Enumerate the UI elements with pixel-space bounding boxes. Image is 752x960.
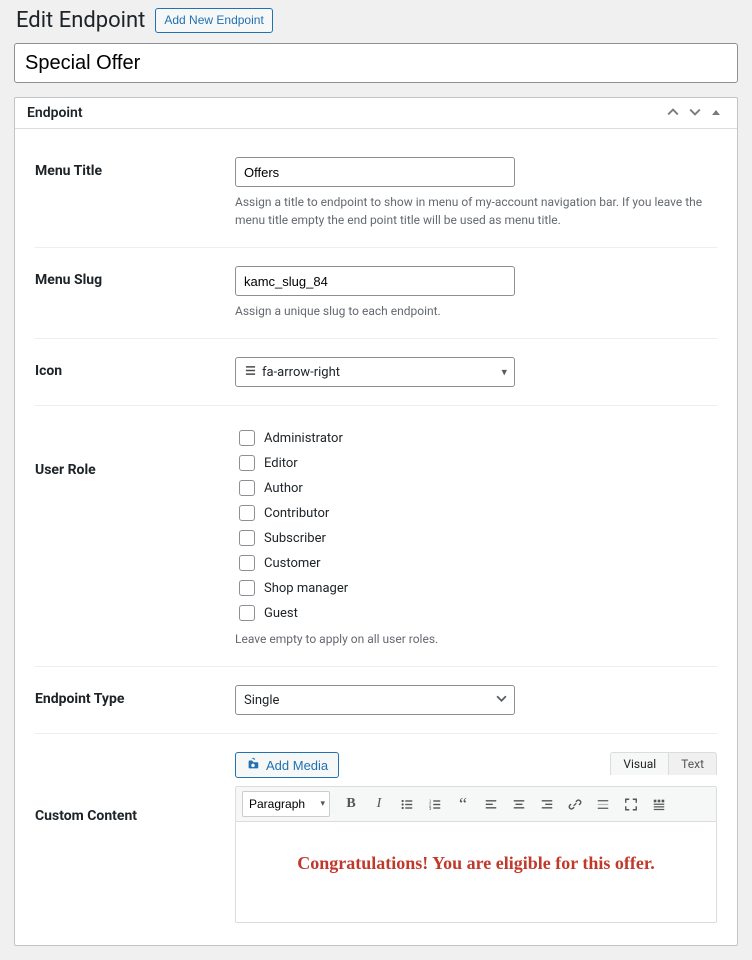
role-checkbox-subscriber[interactable] <box>239 530 255 546</box>
move-up-button[interactable] <box>663 104 683 122</box>
fullscreen-icon <box>624 797 638 812</box>
quote-icon: “ <box>459 795 467 813</box>
menu-slug-label: Menu Slug <box>35 266 223 288</box>
list-ol-icon: 123 <box>428 797 442 812</box>
align-left-button[interactable] <box>478 791 504 817</box>
user-role-list: Administrator Editor Author Contributor … <box>235 427 717 624</box>
read-more-icon <box>596 797 610 812</box>
role-label: Guest <box>264 606 298 621</box>
kitchen-sink-icon <box>652 797 666 812</box>
triangle-up-icon <box>711 108 721 118</box>
icon-select[interactable]: fa-arrow-right <box>235 357 515 387</box>
bold-button[interactable]: B <box>338 791 364 817</box>
role-checkbox-author[interactable] <box>239 480 255 496</box>
chevron-down-icon <box>689 106 701 118</box>
user-role-help: Leave empty to apply on all user roles. <box>235 630 717 648</box>
toggle-panel-button[interactable] <box>707 105 725 122</box>
add-media-button[interactable]: Add Media <box>235 752 339 778</box>
insert-more-button[interactable] <box>590 791 616 817</box>
role-checkbox-shop-manager[interactable] <box>239 580 255 596</box>
italic-button[interactable]: I <box>366 791 392 817</box>
add-media-label: Add Media <box>266 758 328 773</box>
icon-label: Icon <box>35 357 223 379</box>
role-label: Editor <box>264 456 298 471</box>
numbered-list-button[interactable]: 123 <box>422 791 448 817</box>
toolbar-toggle-button[interactable] <box>646 791 672 817</box>
align-right-icon <box>540 797 554 812</box>
post-title-input[interactable] <box>14 43 738 83</box>
bold-icon: B <box>346 796 355 812</box>
page-title: Edit Endpoint <box>16 8 145 33</box>
bars-icon <box>244 365 256 379</box>
italic-icon: I <box>377 796 382 812</box>
format-select[interactable]: Paragraph <box>242 791 330 817</box>
role-label: Administrator <box>264 431 343 446</box>
media-icon <box>246 757 260 773</box>
fullscreen-button[interactable] <box>618 791 644 817</box>
menu-slug-input[interactable] <box>235 266 515 296</box>
editor-text: Congratulations! You are eligible for th… <box>252 850 700 878</box>
role-checkbox-contributor[interactable] <box>239 505 255 521</box>
user-role-label: User Role <box>35 424 223 478</box>
align-center-icon <box>512 797 526 812</box>
role-label: Customer <box>264 556 321 571</box>
role-checkbox-customer[interactable] <box>239 555 255 571</box>
custom-content-label: Custom Content <box>35 752 223 824</box>
role-label: Shop manager <box>264 581 348 596</box>
insert-link-button[interactable] <box>562 791 588 817</box>
endpoint-type-select[interactable]: Single <box>235 685 515 715</box>
menu-title-input[interactable] <box>235 157 515 187</box>
align-right-button[interactable] <box>534 791 560 817</box>
tab-text[interactable]: Text <box>668 752 717 775</box>
role-checkbox-editor[interactable] <box>239 455 255 471</box>
endpoint-metabox: Endpoint Menu Title Assign a title t <box>14 97 738 946</box>
editor-content-area[interactable]: Congratulations! You are eligible for th… <box>236 822 716 922</box>
align-center-button[interactable] <box>506 791 532 817</box>
link-icon <box>568 797 582 812</box>
role-checkbox-guest[interactable] <box>239 605 255 621</box>
move-down-button[interactable] <box>685 104 705 122</box>
role-label: Subscriber <box>264 531 326 546</box>
svg-text:3: 3 <box>429 806 432 811</box>
chevron-up-icon <box>667 106 679 118</box>
icon-select-value: fa-arrow-right <box>262 365 340 380</box>
endpoint-type-value: Single <box>244 693 279 708</box>
endpoint-type-label: Endpoint Type <box>35 685 223 707</box>
align-left-icon <box>484 797 498 812</box>
bulleted-list-button[interactable] <box>394 791 420 817</box>
menu-title-label: Menu Title <box>35 157 223 179</box>
menu-title-help: Assign a title to endpoint to show in me… <box>235 193 717 229</box>
blockquote-button[interactable]: “ <box>450 791 476 817</box>
list-ul-icon <box>400 797 414 812</box>
role-label: Author <box>264 481 303 496</box>
tab-visual[interactable]: Visual <box>610 752 668 775</box>
role-label: Contributor <box>264 506 329 521</box>
editor-toolbar: Paragraph ▾ B I 123 “ <box>236 787 716 822</box>
add-new-endpoint-button[interactable]: Add New Endpoint <box>155 8 272 33</box>
role-checkbox-administrator[interactable] <box>239 430 255 446</box>
menu-slug-help: Assign a unique slug to each endpoint. <box>235 302 717 320</box>
metabox-title: Endpoint <box>27 105 83 121</box>
